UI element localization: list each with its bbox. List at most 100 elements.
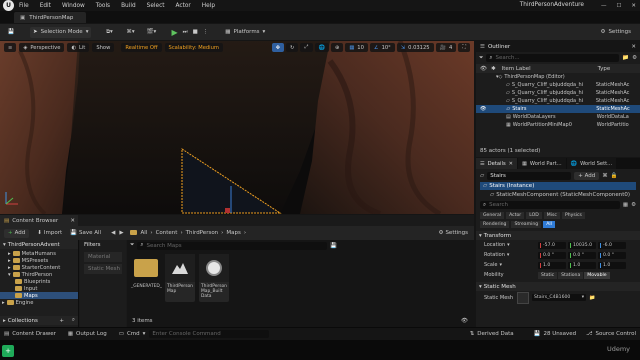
tree-item-input[interactable]: Input (8, 285, 78, 292)
world-local-icon[interactable]: 🌐 (314, 43, 330, 52)
rotation-snap-toggle[interactable]: ∠ 10° (369, 43, 395, 52)
close-icon[interactable]: ✕ (631, 44, 636, 50)
menu-file[interactable]: File (19, 3, 29, 9)
plus-icon[interactable]: + (59, 318, 64, 324)
menu-help[interactable]: Help (202, 3, 215, 9)
scale-x-field[interactable]: 1.0 (538, 261, 566, 269)
location-y-field[interactable]: 10035.0 (568, 241, 596, 249)
add-folder-icon[interactable]: 📁 (622, 55, 629, 61)
outliner-row[interactable]: ▱ S_Quarry_Cliff_ubjuddqda_hi StaticMesh… (476, 81, 640, 89)
show-button[interactable]: Show (92, 43, 115, 52)
play-icon[interactable]: ▶ (171, 28, 177, 37)
scale-dropdown[interactable]: Scale ▾ (484, 262, 536, 268)
view-options-icon[interactable]: 👁 (461, 318, 468, 324)
static-mesh-thumbnail[interactable] (517, 291, 529, 304)
tree-item-blueprints[interactable]: Blueprints (8, 278, 78, 285)
perspective-button[interactable]: ◈ Perspective (19, 43, 65, 52)
close-icon[interactable]: ✕ (509, 161, 513, 167)
platforms-dropdown[interactable]: ▦ Platforms ▾ (222, 27, 268, 38)
scale-snap-toggle[interactable]: ⇲ 0.03125 (396, 43, 434, 52)
step-icon[interactable]: ⏭ (183, 29, 188, 36)
content-settings-button[interactable]: ⚙ Settings (439, 230, 469, 236)
section-transform[interactable]: ▾ Transform (476, 231, 640, 240)
location-dropdown[interactable]: Location ▾ (484, 242, 536, 248)
rotate-tool-icon[interactable]: ↻ (286, 43, 299, 52)
rotation-dropdown[interactable]: Rotation ▾ (484, 252, 536, 258)
source-control-button[interactable]: ⎇ Source Control (586, 331, 636, 337)
section-static-mesh[interactable]: ▾ Static Mesh (476, 282, 640, 291)
more-options-icon[interactable]: ⋮ (203, 29, 209, 35)
outliner-search-input[interactable]: ⌕ Search... (486, 54, 620, 62)
tree-item-thirdperson[interactable]: ▾ ThirdPerson (8, 271, 78, 278)
maximize-viewport-icon[interactable]: ⛶ (458, 43, 470, 52)
rotation-x-field[interactable]: 0.0 ° (538, 251, 566, 259)
filter-icon[interactable]: ⏷ (479, 55, 483, 62)
derived-data-button[interactable]: ⇅ Derived Data (470, 331, 514, 337)
surface-snap-icon[interactable]: ⊕ (331, 43, 344, 52)
unsaved-button[interactable]: 💾 28 Unsaved (534, 331, 576, 337)
property-matrix-icon[interactable]: ▦ (623, 202, 628, 208)
asset-thirdperson-map[interactable]: ThirdPerson Map (165, 254, 195, 302)
tab-outliner[interactable]: ☰ Outliner ✕ (476, 41, 640, 52)
content-shortcut-icon[interactable]: ⧉▾ (101, 29, 117, 36)
realtime-off-badge[interactable]: Realtime Off (121, 43, 162, 52)
add-button[interactable]: + Add (4, 228, 30, 238)
tree-item-mspresets[interactable]: ▸ MSPresets (8, 257, 78, 264)
menu-build[interactable]: Build (121, 3, 136, 9)
component-instance-row[interactable]: ▱ Stairs (Instance) (480, 182, 636, 190)
filter-chip-lod[interactable]: LOD (526, 212, 542, 219)
add-component-button[interactable]: + Add (574, 171, 600, 180)
cmd-dropdown[interactable]: ▭ Cmd ▾ (119, 331, 146, 337)
breadcrumb-content[interactable]: Content (156, 230, 178, 236)
outliner-row-stairs[interactable]: 👁 ▱ Stairs StaticMeshAc (476, 105, 640, 113)
static-mesh-picker[interactable]: Stairs_C4B1600 ▾ (532, 294, 586, 301)
settings-button[interactable]: ⚙ Settings (598, 27, 635, 38)
outliner-row[interactable]: ▤ WorldDataLayers WorldDataLa (476, 113, 640, 121)
tab-details[interactable]: ☰ Details ✕ (476, 158, 517, 169)
camera-speed-button[interactable]: 🎥 4 (435, 43, 457, 52)
menu-actor[interactable]: Actor (176, 3, 191, 9)
tab-thirdpersonmap[interactable]: ▣ ThirdPersonMap (14, 12, 86, 23)
stop-icon[interactable]: ■ (193, 29, 198, 35)
forward-icon[interactable]: ▶ (119, 230, 123, 236)
viewport-menu-button[interactable]: ≡ (4, 43, 17, 52)
filter-icon[interactable]: ⏷ (130, 242, 134, 249)
rotation-z-field[interactable]: 0.0 ° (598, 251, 626, 259)
component-row[interactable]: ▱ StaticMeshComponent (StaticMeshCompone… (480, 190, 636, 199)
tree-item-startercontent[interactable]: ▸ StarterContent (8, 264, 78, 271)
outliner-row[interactable]: ▱ S_Quarry_Cliff_ubjuddqda_hi StaticMesh… (476, 89, 640, 97)
save-icon[interactable]: 💾 (6, 29, 16, 35)
menu-tools[interactable]: Tools (96, 3, 110, 9)
tree-item-maps[interactable]: Maps (0, 292, 78, 299)
grid-snap-toggle[interactable]: ▦ 10 (345, 43, 368, 52)
mobility-stationary[interactable]: Stationa (558, 271, 584, 279)
filter-chip-rendering[interactable]: Rendering (480, 221, 510, 228)
back-icon[interactable]: ◀ (111, 230, 115, 236)
content-drawer-button[interactable]: ▤ Content Drawer (4, 331, 56, 337)
console-command-input[interactable]: Enter Console Command (149, 330, 270, 338)
menu-edit[interactable]: Edit (40, 3, 51, 9)
blueprint-icon[interactable]: ⌘ (602, 173, 608, 179)
collections-header[interactable]: ▸ Collections + ⌕ (0, 316, 78, 325)
filter-material[interactable]: Material (84, 252, 122, 262)
col-item-label[interactable]: Item Label (502, 66, 598, 72)
lit-button[interactable]: ◐ Lit (67, 43, 90, 52)
filter-static-mesh[interactable]: Static Mesh (84, 264, 122, 274)
save-search-icon[interactable]: 💾 (330, 243, 337, 249)
browse-asset-icon[interactable]: 📁 (589, 295, 595, 301)
filter-chip-actor[interactable]: Actor (506, 212, 525, 219)
scale-tool-icon[interactable]: ⤢ (300, 43, 313, 52)
asset-thirdperson-map-builtdata[interactable]: ThirdPerson Map_Built Data (199, 254, 229, 302)
tab-world-partition[interactable]: ▦ World Part... (518, 158, 566, 169)
outliner-row[interactable]: ▦ WorldPartitionMiniMap0 WorldPartitio (476, 121, 640, 129)
menu-window[interactable]: Window (62, 3, 85, 9)
filter-chip-streaming[interactable]: Streaming (511, 221, 542, 228)
close-icon[interactable]: ✕ (70, 218, 75, 224)
location-x-field[interactable]: -57.0 (538, 241, 566, 249)
tree-item-engine[interactable]: ▸ Engine (2, 299, 78, 306)
lock-icon[interactable]: 🔒 (611, 173, 618, 179)
breadcrumb-maps[interactable]: Maps (226, 230, 240, 236)
actor-name-field[interactable]: Stairs (487, 171, 572, 180)
scale-z-field[interactable]: 1.0 (598, 261, 626, 269)
filter-chip-misc[interactable]: Misc (543, 212, 560, 219)
